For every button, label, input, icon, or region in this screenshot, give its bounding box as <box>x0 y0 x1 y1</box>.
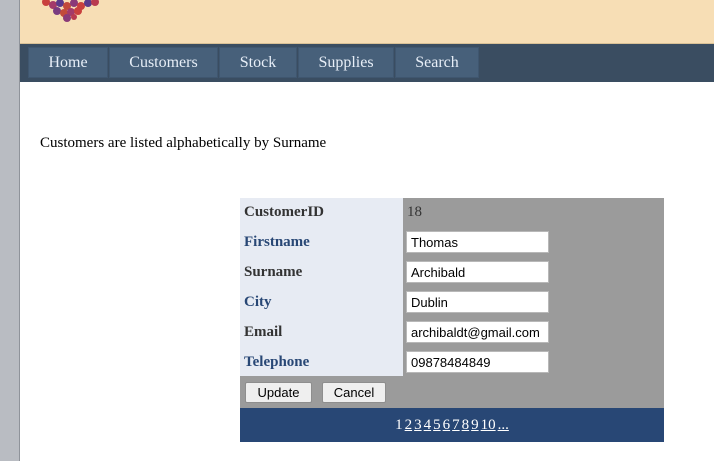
pager-link[interactable]: 6 <box>443 417 451 434</box>
update-button[interactable]: Update <box>245 382 312 403</box>
email-field[interactable]: archibaldt@gmail.com <box>406 321 549 343</box>
label-column <box>240 198 403 376</box>
surname-field[interactable]: Archibald <box>406 261 549 283</box>
nav-item-supplies[interactable]: Supplies <box>298 47 394 78</box>
pager-link[interactable]: 5 <box>433 417 441 434</box>
firstname-field[interactable]: Thomas <box>406 231 549 253</box>
pager-link[interactable]: 9 <box>471 417 479 434</box>
pager-link[interactable]: 10 <box>481 417 496 434</box>
intro-text: Customers are listed alphabetically by S… <box>40 135 327 151</box>
nav-item-home[interactable]: Home <box>28 47 108 78</box>
pager-link[interactable]: 3 <box>414 417 422 434</box>
pager-link[interactable]: 4 <box>424 417 432 434</box>
telephone-label: Telephone <box>244 354 310 370</box>
nav-item-stock[interactable]: Stock <box>219 47 297 78</box>
left-rail <box>0 0 20 461</box>
header-band <box>20 0 714 44</box>
cancel-button[interactable]: Cancel <box>322 382 386 403</box>
pager-link[interactable]: 7 <box>452 417 460 434</box>
pager-current-page: 1 <box>395 416 403 433</box>
pager-link[interactable]: 8 <box>462 417 470 434</box>
customerid-label: CustomerID <box>244 204 324 220</box>
site-logo-icon <box>42 0 99 22</box>
pager: 1 2 3 4 5 6 7 8 9 10 ... <box>240 408 664 442</box>
customerid-value: 18 <box>407 204 422 220</box>
nav-item-customers[interactable]: Customers <box>109 47 218 78</box>
firstname-label: Firstname <box>244 234 310 250</box>
nav-list: Home Customers Stock Supplies Search <box>28 47 479 78</box>
pager-link[interactable]: 2 <box>405 417 413 434</box>
customer-detail-view: CustomerID 18 Firstname Thomas Surname A… <box>240 198 664 442</box>
surname-label: Surname <box>244 264 303 280</box>
email-label: Email <box>244 324 283 340</box>
telephone-field[interactable]: 09878484849 <box>406 351 549 373</box>
city-field[interactable]: Dublin <box>406 291 549 313</box>
pager-more-link[interactable]: ... <box>498 417 509 434</box>
main-navigation: Home Customers Stock Supplies Search <box>20 44 714 82</box>
nav-item-search[interactable]: Search <box>395 47 479 78</box>
city-label: City <box>244 294 272 310</box>
